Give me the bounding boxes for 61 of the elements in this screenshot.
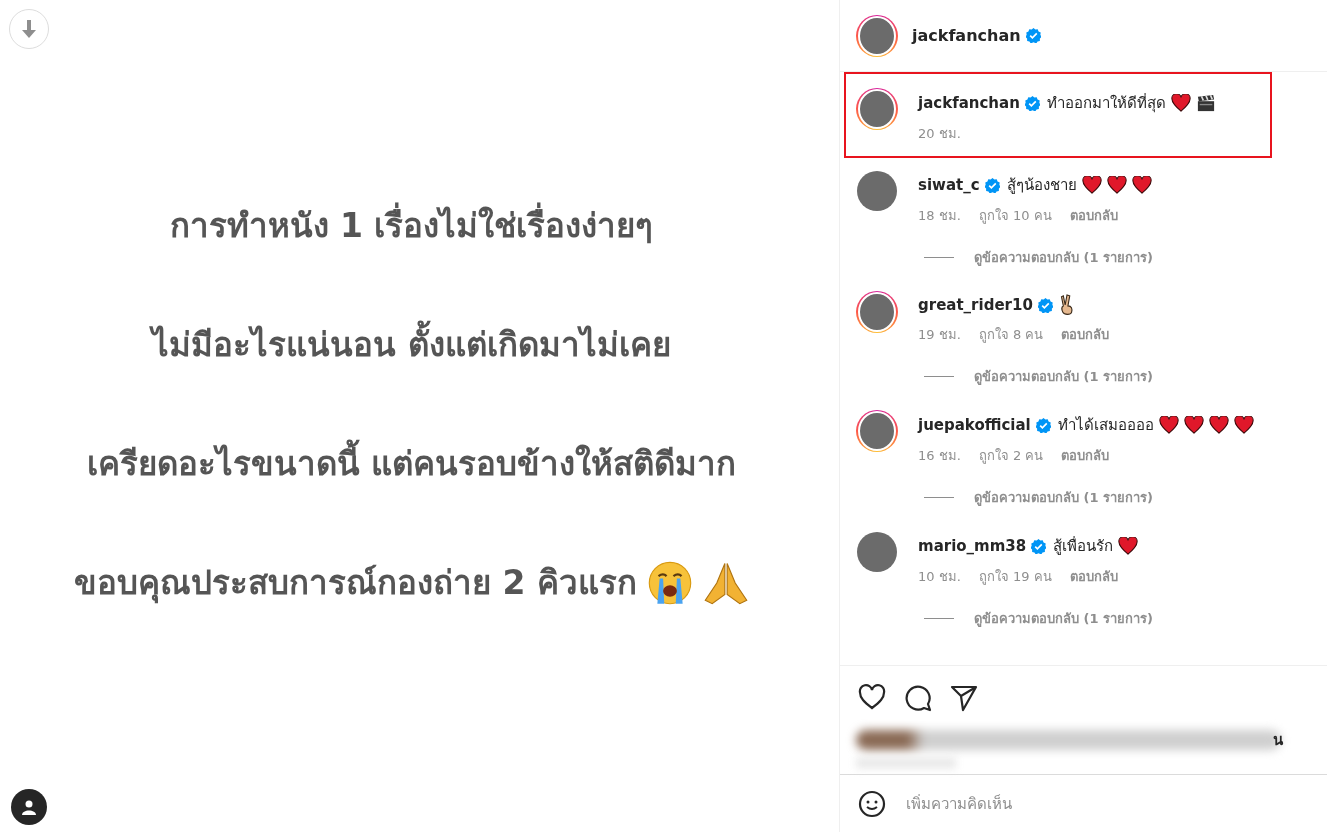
comment-input[interactable]: เพิ่มความคิดเห็น — [906, 789, 1286, 818]
like-count[interactable]: ถูกใจ 19 คน — [978, 566, 1052, 587]
person-icon — [21, 799, 37, 815]
comment-text: ทำออกมาให้ดีที่สุด — [1046, 92, 1166, 115]
username[interactable]: jackfanchan — [918, 94, 1020, 112]
speech-bubble-icon — [904, 684, 932, 712]
comment-text: สู้เพื่อนรัก — [1053, 535, 1114, 557]
heart-icon — [1170, 94, 1191, 112]
view-replies-link[interactable]: ดูข้อความตอบกลับ (1 รายการ) — [974, 247, 1153, 268]
heart-icon — [1131, 176, 1152, 194]
crying-face-icon — [646, 560, 693, 606]
tagged-users-button[interactable] — [11, 789, 47, 825]
comment-time: 18 ชม. — [918, 207, 961, 225]
heart-icon — [1183, 416, 1204, 434]
download-button[interactable] — [9, 9, 49, 49]
download-arrow-icon — [22, 20, 36, 38]
heart-icon — [1118, 537, 1139, 555]
praying-hands-icon — [702, 560, 749, 606]
heart-icon — [1233, 416, 1254, 434]
comment-text: ทำได้เสมออออ — [1057, 415, 1154, 436]
like-count[interactable]: ถูกใจ 2 คน — [978, 445, 1044, 466]
avatar[interactable] — [856, 88, 898, 130]
likes-text: น — [1273, 730, 1283, 751]
avatar[interactable] — [856, 291, 898, 333]
avatar[interactable] — [856, 170, 898, 212]
comment-text: สู้ๆน้องชาย — [1006, 175, 1077, 196]
comment-time: 16 ชม. — [918, 447, 961, 465]
emoji-icon[interactable] — [858, 789, 886, 818]
heart-icon — [1106, 176, 1127, 194]
comment-time: 20 ชม. — [918, 125, 961, 143]
username[interactable]: juepakofficial — [918, 416, 1031, 434]
avatar[interactable] — [856, 14, 898, 57]
post-text-line: การทำหนัง 1 เรื่องไม่ใช่เรื่องง่ายๆ — [169, 196, 654, 256]
like-button[interactable] — [858, 684, 886, 712]
comment-time: 19 ชม. — [918, 326, 961, 344]
heart-outline-icon — [858, 684, 886, 710]
share-button[interactable] — [950, 684, 978, 712]
view-replies-link[interactable]: ดูข้อความตอบกลับ (1 รายการ) — [974, 366, 1153, 387]
like-count[interactable]: ถูกใจ 10 คน — [978, 205, 1052, 226]
reply-button[interactable]: ตอบกลับ — [1061, 324, 1110, 345]
view-replies-link[interactable]: ดูข้อความตอบกลับ (1 รายการ) — [974, 608, 1153, 629]
comment-time: 10 ชม. — [918, 568, 961, 586]
heart-icon — [1208, 416, 1229, 434]
heart-icon — [1081, 176, 1102, 194]
comment-button[interactable] — [904, 684, 932, 712]
view-replies-link[interactable]: ดูข้อความตอบกลับ (1 รายการ) — [974, 487, 1153, 508]
avatar[interactable] — [856, 410, 898, 452]
heart-icon — [1158, 416, 1179, 434]
username[interactable]: jackfanchan — [912, 26, 1021, 45]
reply-button[interactable]: ตอบกลับ — [1069, 205, 1118, 226]
post-text-line: ขอบคุณประสบการณ์กองถ่าย 2 คิวแรก — [74, 562, 637, 606]
username[interactable]: siwat_c — [918, 176, 980, 194]
paper-plane-icon — [950, 684, 978, 712]
username[interactable]: mario_mm38 — [918, 537, 1027, 555]
reply-button[interactable]: ตอบกลับ — [1069, 566, 1118, 587]
avatar[interactable] — [856, 531, 898, 573]
reply-button[interactable]: ตอบกลับ — [1061, 445, 1110, 466]
clapperboard-icon — [1195, 94, 1216, 112]
like-count[interactable]: ถูกใจ 8 คน — [978, 324, 1044, 345]
username[interactable]: great_rider10 — [918, 296, 1033, 314]
post-text-line: เครียดอะไรขนาดนี้ แต่คนรอบข้างให้สติดีมาก — [86, 434, 737, 494]
